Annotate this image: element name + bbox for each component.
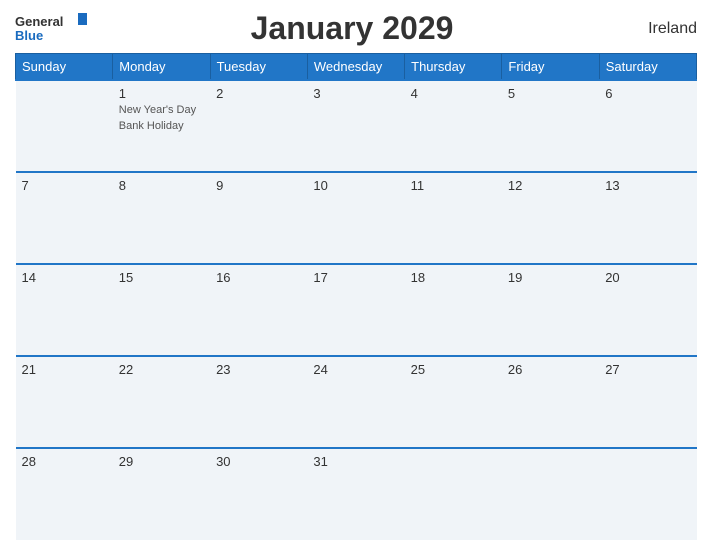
day-number: 5 xyxy=(508,86,593,101)
day-number: 1 xyxy=(119,86,204,101)
calendar-cell: 11 xyxy=(405,172,502,264)
calendar-header: General Blue January 2029 Ireland xyxy=(15,10,697,47)
day-number: 8 xyxy=(119,178,204,193)
calendar-cell: 3 xyxy=(307,80,404,172)
calendar-cell: 31 xyxy=(307,448,404,540)
day-number: 11 xyxy=(411,178,496,193)
day-number: 2 xyxy=(216,86,301,101)
day-header-wednesday: Wednesday xyxy=(307,54,404,81)
calendar-cell: 20 xyxy=(599,264,696,356)
calendar-cell: 15 xyxy=(113,264,210,356)
calendar-cell: 7 xyxy=(16,172,113,264)
calendar-cell: 9 xyxy=(210,172,307,264)
calendar-cell: 25 xyxy=(405,356,502,448)
calendar-cell: 2 xyxy=(210,80,307,172)
calendar-cell: 6 xyxy=(599,80,696,172)
day-number: 29 xyxy=(119,454,204,469)
holiday-text: New Year's Day xyxy=(119,103,204,117)
week-row-4: 21 22 23 24 25 26 27 xyxy=(16,356,697,448)
day-number: 9 xyxy=(216,178,301,193)
calendar-cell xyxy=(502,448,599,540)
day-number: 7 xyxy=(22,178,107,193)
calendar-cell: 24 xyxy=(307,356,404,448)
calendar-container: General Blue January 2029 Ireland Sunday… xyxy=(0,0,712,550)
day-number: 16 xyxy=(216,270,301,285)
calendar-cell: 30 xyxy=(210,448,307,540)
calendar-cell: 19 xyxy=(502,264,599,356)
week-row-5: 28 29 30 31 xyxy=(16,448,697,540)
day-number: 21 xyxy=(22,362,107,377)
logo-flag-icon xyxy=(69,13,87,25)
calendar-cell: 28 xyxy=(16,448,113,540)
day-number: 24 xyxy=(313,362,398,377)
day-number: 15 xyxy=(119,270,204,285)
calendar-cell: 22 xyxy=(113,356,210,448)
week-row-3: 14 15 16 17 18 19 20 xyxy=(16,264,697,356)
holiday-text: Bank Holiday xyxy=(119,119,204,133)
day-number: 6 xyxy=(605,86,690,101)
day-number: 20 xyxy=(605,270,690,285)
day-number: 23 xyxy=(216,362,301,377)
day-number: 13 xyxy=(605,178,690,193)
day-number: 26 xyxy=(508,362,593,377)
week-row-2: 789 10 11 12 13 xyxy=(16,172,697,264)
calendar-cell: 16 xyxy=(210,264,307,356)
day-header-sunday: Sunday xyxy=(16,54,113,81)
calendar-cell: 26 xyxy=(502,356,599,448)
logo-text: General xyxy=(15,14,87,29)
day-number: 27 xyxy=(605,362,690,377)
calendar-cell: 12 xyxy=(502,172,599,264)
day-number: 19 xyxy=(508,270,593,285)
logo: General Blue xyxy=(15,14,87,44)
day-header-monday: Monday xyxy=(113,54,210,81)
logo-blue: Blue xyxy=(15,28,43,43)
day-header-saturday: Saturday xyxy=(599,54,696,81)
day-header-tuesday: Tuesday xyxy=(210,54,307,81)
calendar-country: Ireland xyxy=(617,20,697,38)
day-number: 12 xyxy=(508,178,593,193)
calendar-cell: 18 xyxy=(405,264,502,356)
day-number: 14 xyxy=(22,270,107,285)
calendar-cell: 27 xyxy=(599,356,696,448)
day-number: 30 xyxy=(216,454,301,469)
calendar-cell xyxy=(405,448,502,540)
calendar-cell: 10 xyxy=(307,172,404,264)
logo-blue-text: Blue xyxy=(15,29,43,43)
week-row-1: 1 New Year's Day Bank Holiday 23456 xyxy=(16,80,697,172)
calendar-cell: 1 New Year's Day Bank Holiday xyxy=(113,80,210,172)
calendar-cell: 29 xyxy=(113,448,210,540)
day-number: 22 xyxy=(119,362,204,377)
day-number: 17 xyxy=(313,270,398,285)
calendar-cell xyxy=(599,448,696,540)
calendar-cell: 17 xyxy=(307,264,404,356)
day-header-friday: Friday xyxy=(502,54,599,81)
day-number: 4 xyxy=(411,86,496,101)
day-number: 10 xyxy=(313,178,398,193)
calendar-cell: 21 xyxy=(16,356,113,448)
days-header-row: SundayMondayTuesdayWednesdayThursdayFrid… xyxy=(16,54,697,81)
day-number: 31 xyxy=(313,454,398,469)
calendar-title: January 2029 xyxy=(87,10,617,47)
day-number: 3 xyxy=(313,86,398,101)
calendar-cell: 23 xyxy=(210,356,307,448)
calendar-cell: 4 xyxy=(405,80,502,172)
day-number: 25 xyxy=(411,362,496,377)
calendar-table: SundayMondayTuesdayWednesdayThursdayFrid… xyxy=(15,53,697,540)
day-number: 28 xyxy=(22,454,107,469)
day-header-thursday: Thursday xyxy=(405,54,502,81)
logo-general: General xyxy=(15,14,63,29)
calendar-cell: 5 xyxy=(502,80,599,172)
calendar-cell: 13 xyxy=(599,172,696,264)
calendar-cell xyxy=(16,80,113,172)
day-number: 18 xyxy=(411,270,496,285)
calendar-cell: 14 xyxy=(16,264,113,356)
calendar-cell: 8 xyxy=(113,172,210,264)
